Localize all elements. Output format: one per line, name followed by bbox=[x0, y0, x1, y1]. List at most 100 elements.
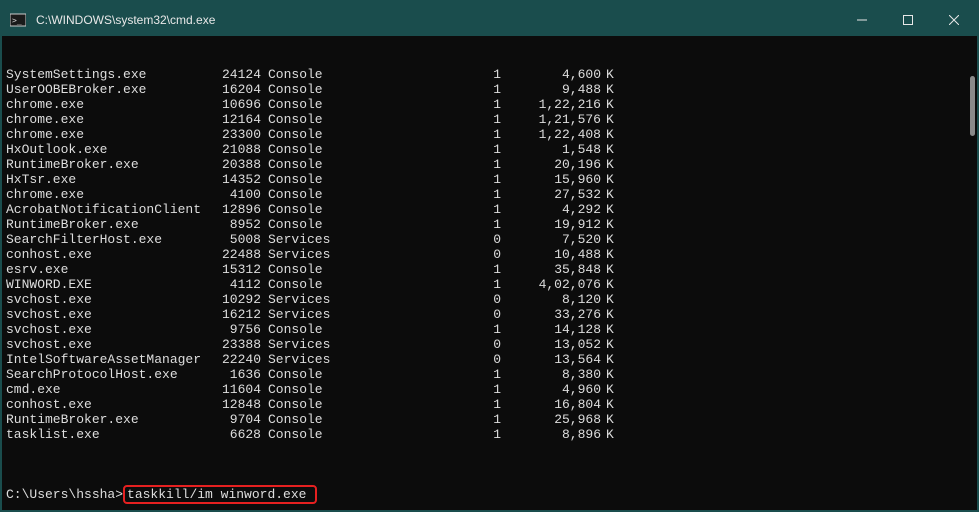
process-mem-unit: K bbox=[601, 307, 621, 322]
process-mem-unit: K bbox=[601, 232, 621, 247]
process-name: tasklist.exe bbox=[6, 427, 206, 442]
process-pid: 16204 bbox=[206, 82, 261, 97]
process-name: RuntimeBroker.exe bbox=[6, 412, 206, 427]
process-mem-unit: K bbox=[601, 337, 621, 352]
process-session-name: Console bbox=[261, 157, 341, 172]
process-mem-unit: K bbox=[601, 352, 621, 367]
process-mem: 1,548 bbox=[501, 142, 601, 157]
process-session-id: 1 bbox=[341, 202, 501, 217]
process-session-id: 1 bbox=[341, 412, 501, 427]
process-mem: 27,532 bbox=[501, 187, 601, 202]
process-session-name: Console bbox=[261, 322, 341, 337]
process-pid: 10696 bbox=[206, 97, 261, 112]
process-pid: 23388 bbox=[206, 337, 261, 352]
process-session-name: Console bbox=[261, 412, 341, 427]
process-mem-unit: K bbox=[601, 382, 621, 397]
process-session-name: Console bbox=[261, 67, 341, 82]
process-session-id: 0 bbox=[341, 352, 501, 367]
process-session-name: Console bbox=[261, 277, 341, 292]
process-name: chrome.exe bbox=[6, 112, 206, 127]
process-pid: 16212 bbox=[206, 307, 261, 322]
process-mem-unit: K bbox=[601, 82, 621, 97]
process-session-name: Console bbox=[261, 142, 341, 157]
process-pid: 11604 bbox=[206, 382, 261, 397]
process-row: SearchProtocolHost.exe1636Console18,380K bbox=[6, 367, 973, 382]
process-session-name: Services bbox=[261, 307, 341, 322]
window-title: C:\WINDOWS\system32\cmd.exe bbox=[36, 13, 839, 27]
process-name: chrome.exe bbox=[6, 187, 206, 202]
process-mem-unit: K bbox=[601, 412, 621, 427]
process-mem: 8,380 bbox=[501, 367, 601, 382]
process-mem-unit: K bbox=[601, 247, 621, 262]
process-mem: 8,120 bbox=[501, 292, 601, 307]
process-row: svchost.exe9756Console114,128K bbox=[6, 322, 973, 337]
cmd-window: >_ C:\WINDOWS\system32\cmd.exe SystemSet… bbox=[2, 4, 977, 510]
process-session-id: 1 bbox=[341, 127, 501, 142]
process-session-id: 1 bbox=[341, 142, 501, 157]
process-pid: 6628 bbox=[206, 427, 261, 442]
process-session-name: Services bbox=[261, 232, 341, 247]
terminal-output[interactable]: SystemSettings.exe24124Console14,600KUse… bbox=[2, 36, 977, 510]
process-pid: 15312 bbox=[206, 262, 261, 277]
process-name: WINWORD.EXE bbox=[6, 277, 206, 292]
process-pid: 23300 bbox=[206, 127, 261, 142]
process-mem-unit: K bbox=[601, 427, 621, 442]
process-session-name: Console bbox=[261, 217, 341, 232]
process-row: SystemSettings.exe24124Console14,600K bbox=[6, 67, 973, 82]
process-row: RuntimeBroker.exe20388Console120,196K bbox=[6, 157, 973, 172]
process-mem: 10,488 bbox=[501, 247, 601, 262]
close-button[interactable] bbox=[931, 4, 977, 36]
prompt-path: C:\Users\hssha> bbox=[6, 487, 123, 502]
process-session-id: 1 bbox=[341, 217, 501, 232]
process-pid: 5008 bbox=[206, 232, 261, 247]
process-session-name: Console bbox=[261, 367, 341, 382]
typed-command[interactable]: taskkill/im winword.exe bbox=[127, 487, 306, 502]
process-pid: 24124 bbox=[206, 67, 261, 82]
process-pid: 9756 bbox=[206, 322, 261, 337]
process-row: chrome.exe12164Console11,21,576K bbox=[6, 112, 973, 127]
process-mem-unit: K bbox=[601, 112, 621, 127]
process-row: chrome.exe10696Console11,22,216K bbox=[6, 97, 973, 112]
process-pid: 12164 bbox=[206, 112, 261, 127]
process-mem-unit: K bbox=[601, 262, 621, 277]
process-session-id: 1 bbox=[341, 157, 501, 172]
process-session-name: Console bbox=[261, 262, 341, 277]
titlebar[interactable]: >_ C:\WINDOWS\system32\cmd.exe bbox=[2, 4, 977, 36]
process-mem: 1,22,216 bbox=[501, 97, 601, 112]
process-mem: 4,960 bbox=[501, 382, 601, 397]
process-pid: 4112 bbox=[206, 277, 261, 292]
process-mem-unit: K bbox=[601, 397, 621, 412]
process-row: SearchFilterHost.exe5008Services07,520K bbox=[6, 232, 973, 247]
process-session-name: Console bbox=[261, 97, 341, 112]
process-session-id: 1 bbox=[341, 172, 501, 187]
process-mem-unit: K bbox=[601, 157, 621, 172]
process-session-name: Console bbox=[261, 382, 341, 397]
typed-command-highlight: taskkill/im winword.exe bbox=[123, 485, 317, 504]
process-session-id: 0 bbox=[341, 247, 501, 262]
process-name: conhost.exe bbox=[6, 397, 206, 412]
process-session-id: 1 bbox=[341, 427, 501, 442]
process-name: svchost.exe bbox=[6, 307, 206, 322]
process-mem: 4,600 bbox=[501, 67, 601, 82]
process-pid: 9704 bbox=[206, 412, 261, 427]
process-name: AcrobatNotificationClient bbox=[6, 202, 206, 217]
process-name: svchost.exe bbox=[6, 337, 206, 352]
process-mem: 33,276 bbox=[501, 307, 601, 322]
process-session-id: 1 bbox=[341, 382, 501, 397]
process-name: SystemSettings.exe bbox=[6, 67, 206, 82]
minimize-button[interactable] bbox=[839, 4, 885, 36]
maximize-button[interactable] bbox=[885, 4, 931, 36]
process-session-name: Services bbox=[261, 292, 341, 307]
process-mem-unit: K bbox=[601, 127, 621, 142]
scrollbar-thumb[interactable] bbox=[970, 76, 975, 136]
process-session-id: 0 bbox=[341, 292, 501, 307]
process-row: conhost.exe12848Console116,804K bbox=[6, 397, 973, 412]
process-mem-unit: K bbox=[601, 322, 621, 337]
process-mem: 15,960 bbox=[501, 172, 601, 187]
process-session-id: 0 bbox=[341, 307, 501, 322]
process-name: chrome.exe bbox=[6, 97, 206, 112]
process-session-name: Console bbox=[261, 202, 341, 217]
process-name: svchost.exe bbox=[6, 322, 206, 337]
process-mem: 35,848 bbox=[501, 262, 601, 277]
process-name: conhost.exe bbox=[6, 247, 206, 262]
